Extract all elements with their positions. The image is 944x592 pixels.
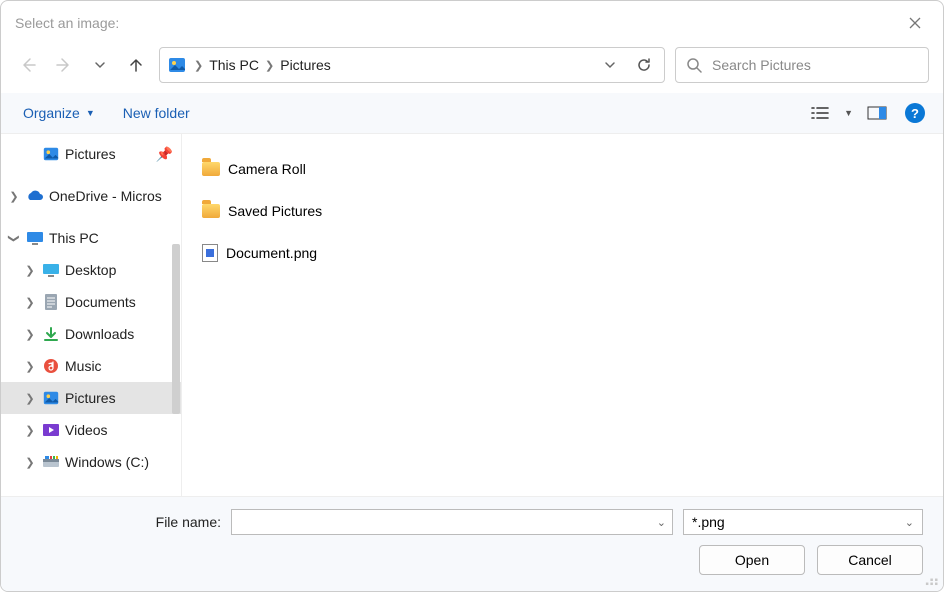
item-label: Saved Pictures bbox=[228, 203, 322, 219]
help-button[interactable]: ? bbox=[901, 99, 929, 127]
chevron-down-icon bbox=[94, 59, 106, 71]
file-open-dialog: Select an image: ❯ This PC ❯ Pictures bbox=[0, 0, 944, 592]
chevron-right-icon: ❯ bbox=[194, 59, 203, 72]
chevron-right-icon: ❯ bbox=[265, 59, 274, 72]
chevron-right-icon: ❯ bbox=[23, 328, 37, 341]
resize-grip[interactable]: ▪▪▪▪▪ bbox=[925, 579, 939, 587]
drive-icon bbox=[41, 455, 61, 469]
up-button[interactable] bbox=[123, 52, 149, 78]
tree-desktop[interactable]: ❯ Desktop bbox=[1, 254, 181, 286]
list-view-icon bbox=[811, 106, 829, 120]
arrow-left-icon bbox=[19, 56, 37, 74]
address-bar[interactable]: ❯ This PC ❯ Pictures bbox=[159, 47, 665, 83]
videos-icon bbox=[41, 423, 61, 437]
chevron-down-icon bbox=[604, 59, 616, 71]
cancel-button[interactable]: Cancel bbox=[817, 545, 923, 575]
refresh-icon bbox=[636, 57, 652, 73]
titlebar: Select an image: bbox=[1, 1, 943, 39]
list-item[interactable]: Document.png bbox=[202, 240, 923, 266]
music-icon bbox=[41, 358, 61, 374]
footer: File name: ⌄ *.png ⌄ Open Cancel bbox=[1, 496, 943, 591]
item-label: Document.png bbox=[226, 245, 317, 261]
breadcrumb-this-pc[interactable]: This PC bbox=[209, 57, 259, 73]
help-icon: ? bbox=[905, 103, 925, 123]
pin-icon: 📌 bbox=[156, 146, 181, 163]
file-type-filter[interactable]: *.png ⌄ bbox=[683, 509, 923, 535]
search-box[interactable] bbox=[675, 47, 929, 83]
tree-documents[interactable]: ❯ Documents bbox=[1, 286, 181, 318]
chevron-right-icon: ❯ bbox=[23, 264, 37, 277]
nav-row: ❯ This PC ❯ Pictures bbox=[1, 39, 943, 93]
forward-button[interactable] bbox=[51, 52, 77, 78]
image-file-icon bbox=[202, 244, 218, 262]
chevron-down-icon: ❯ bbox=[8, 231, 21, 245]
organize-menu[interactable]: Organize ▼ bbox=[23, 105, 95, 121]
back-button[interactable] bbox=[15, 52, 41, 78]
chevron-right-icon: ❯ bbox=[23, 296, 37, 309]
list-item[interactable]: Saved Pictures bbox=[202, 198, 923, 224]
pictures-icon bbox=[41, 145, 61, 163]
monitor-icon bbox=[25, 230, 45, 246]
folder-icon bbox=[202, 204, 220, 218]
body: Pictures 📌 ❯ OneDrive - Micros ❯ bbox=[1, 133, 943, 496]
open-button[interactable]: Open bbox=[699, 545, 805, 575]
new-folder-button[interactable]: New folder bbox=[123, 105, 190, 121]
sidebar-scrollbar[interactable] bbox=[172, 244, 180, 414]
chevron-right-icon: ❯ bbox=[23, 456, 37, 469]
search-input[interactable] bbox=[710, 56, 918, 74]
tree-drive-c[interactable]: ❯ Windows (C:) bbox=[1, 446, 181, 478]
chevron-right-icon: ❯ bbox=[23, 424, 37, 437]
recent-locations-button[interactable] bbox=[87, 52, 113, 78]
chevron-down-icon: ⌄ bbox=[657, 516, 666, 529]
arrow-up-icon bbox=[127, 56, 145, 74]
preview-pane-icon bbox=[867, 106, 887, 120]
arrow-right-icon bbox=[55, 56, 73, 74]
caret-down-icon: ▼ bbox=[86, 108, 95, 118]
tree-pictures[interactable]: ❯ Pictures bbox=[1, 382, 181, 414]
tree-this-pc[interactable]: ❯ This PC bbox=[1, 222, 181, 254]
downloads-icon bbox=[41, 326, 61, 342]
file-list[interactable]: Camera Roll Saved Pictures Document.png bbox=[182, 134, 943, 496]
nav-tree: Pictures 📌 ❯ OneDrive - Micros ❯ bbox=[1, 134, 181, 496]
tree-music[interactable]: ❯ Music bbox=[1, 350, 181, 382]
address-dropdown-button[interactable] bbox=[596, 51, 624, 79]
caret-down-icon: ▼ bbox=[844, 108, 853, 118]
pictures-icon bbox=[166, 54, 188, 76]
chevron-down-icon: ⌄ bbox=[905, 516, 914, 529]
window-title: Select an image: bbox=[15, 15, 119, 31]
item-label: Camera Roll bbox=[228, 161, 306, 177]
filename-label: File name: bbox=[21, 514, 221, 530]
breadcrumb-pictures[interactable]: Pictures bbox=[280, 57, 331, 73]
refresh-button[interactable] bbox=[630, 51, 658, 79]
preview-pane-button[interactable] bbox=[863, 99, 891, 127]
filename-input[interactable]: ⌄ bbox=[231, 509, 673, 535]
search-icon bbox=[686, 57, 702, 73]
tree-downloads[interactable]: ❯ Downloads bbox=[1, 318, 181, 350]
chevron-right-icon: ❯ bbox=[7, 190, 21, 203]
tree-pictures-pinned[interactable]: Pictures 📌 bbox=[1, 138, 181, 170]
close-button[interactable] bbox=[901, 9, 929, 37]
pictures-icon bbox=[41, 389, 61, 407]
chevron-right-icon: ❯ bbox=[23, 360, 37, 373]
desktop-icon bbox=[41, 263, 61, 277]
list-item[interactable]: Camera Roll bbox=[202, 156, 923, 182]
chevron-right-icon: ❯ bbox=[23, 392, 37, 405]
documents-icon bbox=[41, 293, 61, 311]
toolbar: Organize ▼ New folder ▼ ? bbox=[1, 93, 943, 133]
tree-videos[interactable]: ❯ Videos bbox=[1, 414, 181, 446]
close-icon bbox=[909, 17, 921, 29]
view-mode-button[interactable] bbox=[806, 99, 834, 127]
tree-onedrive[interactable]: ❯ OneDrive - Micros bbox=[1, 180, 181, 212]
onedrive-icon bbox=[25, 189, 45, 203]
folder-icon bbox=[202, 162, 220, 176]
